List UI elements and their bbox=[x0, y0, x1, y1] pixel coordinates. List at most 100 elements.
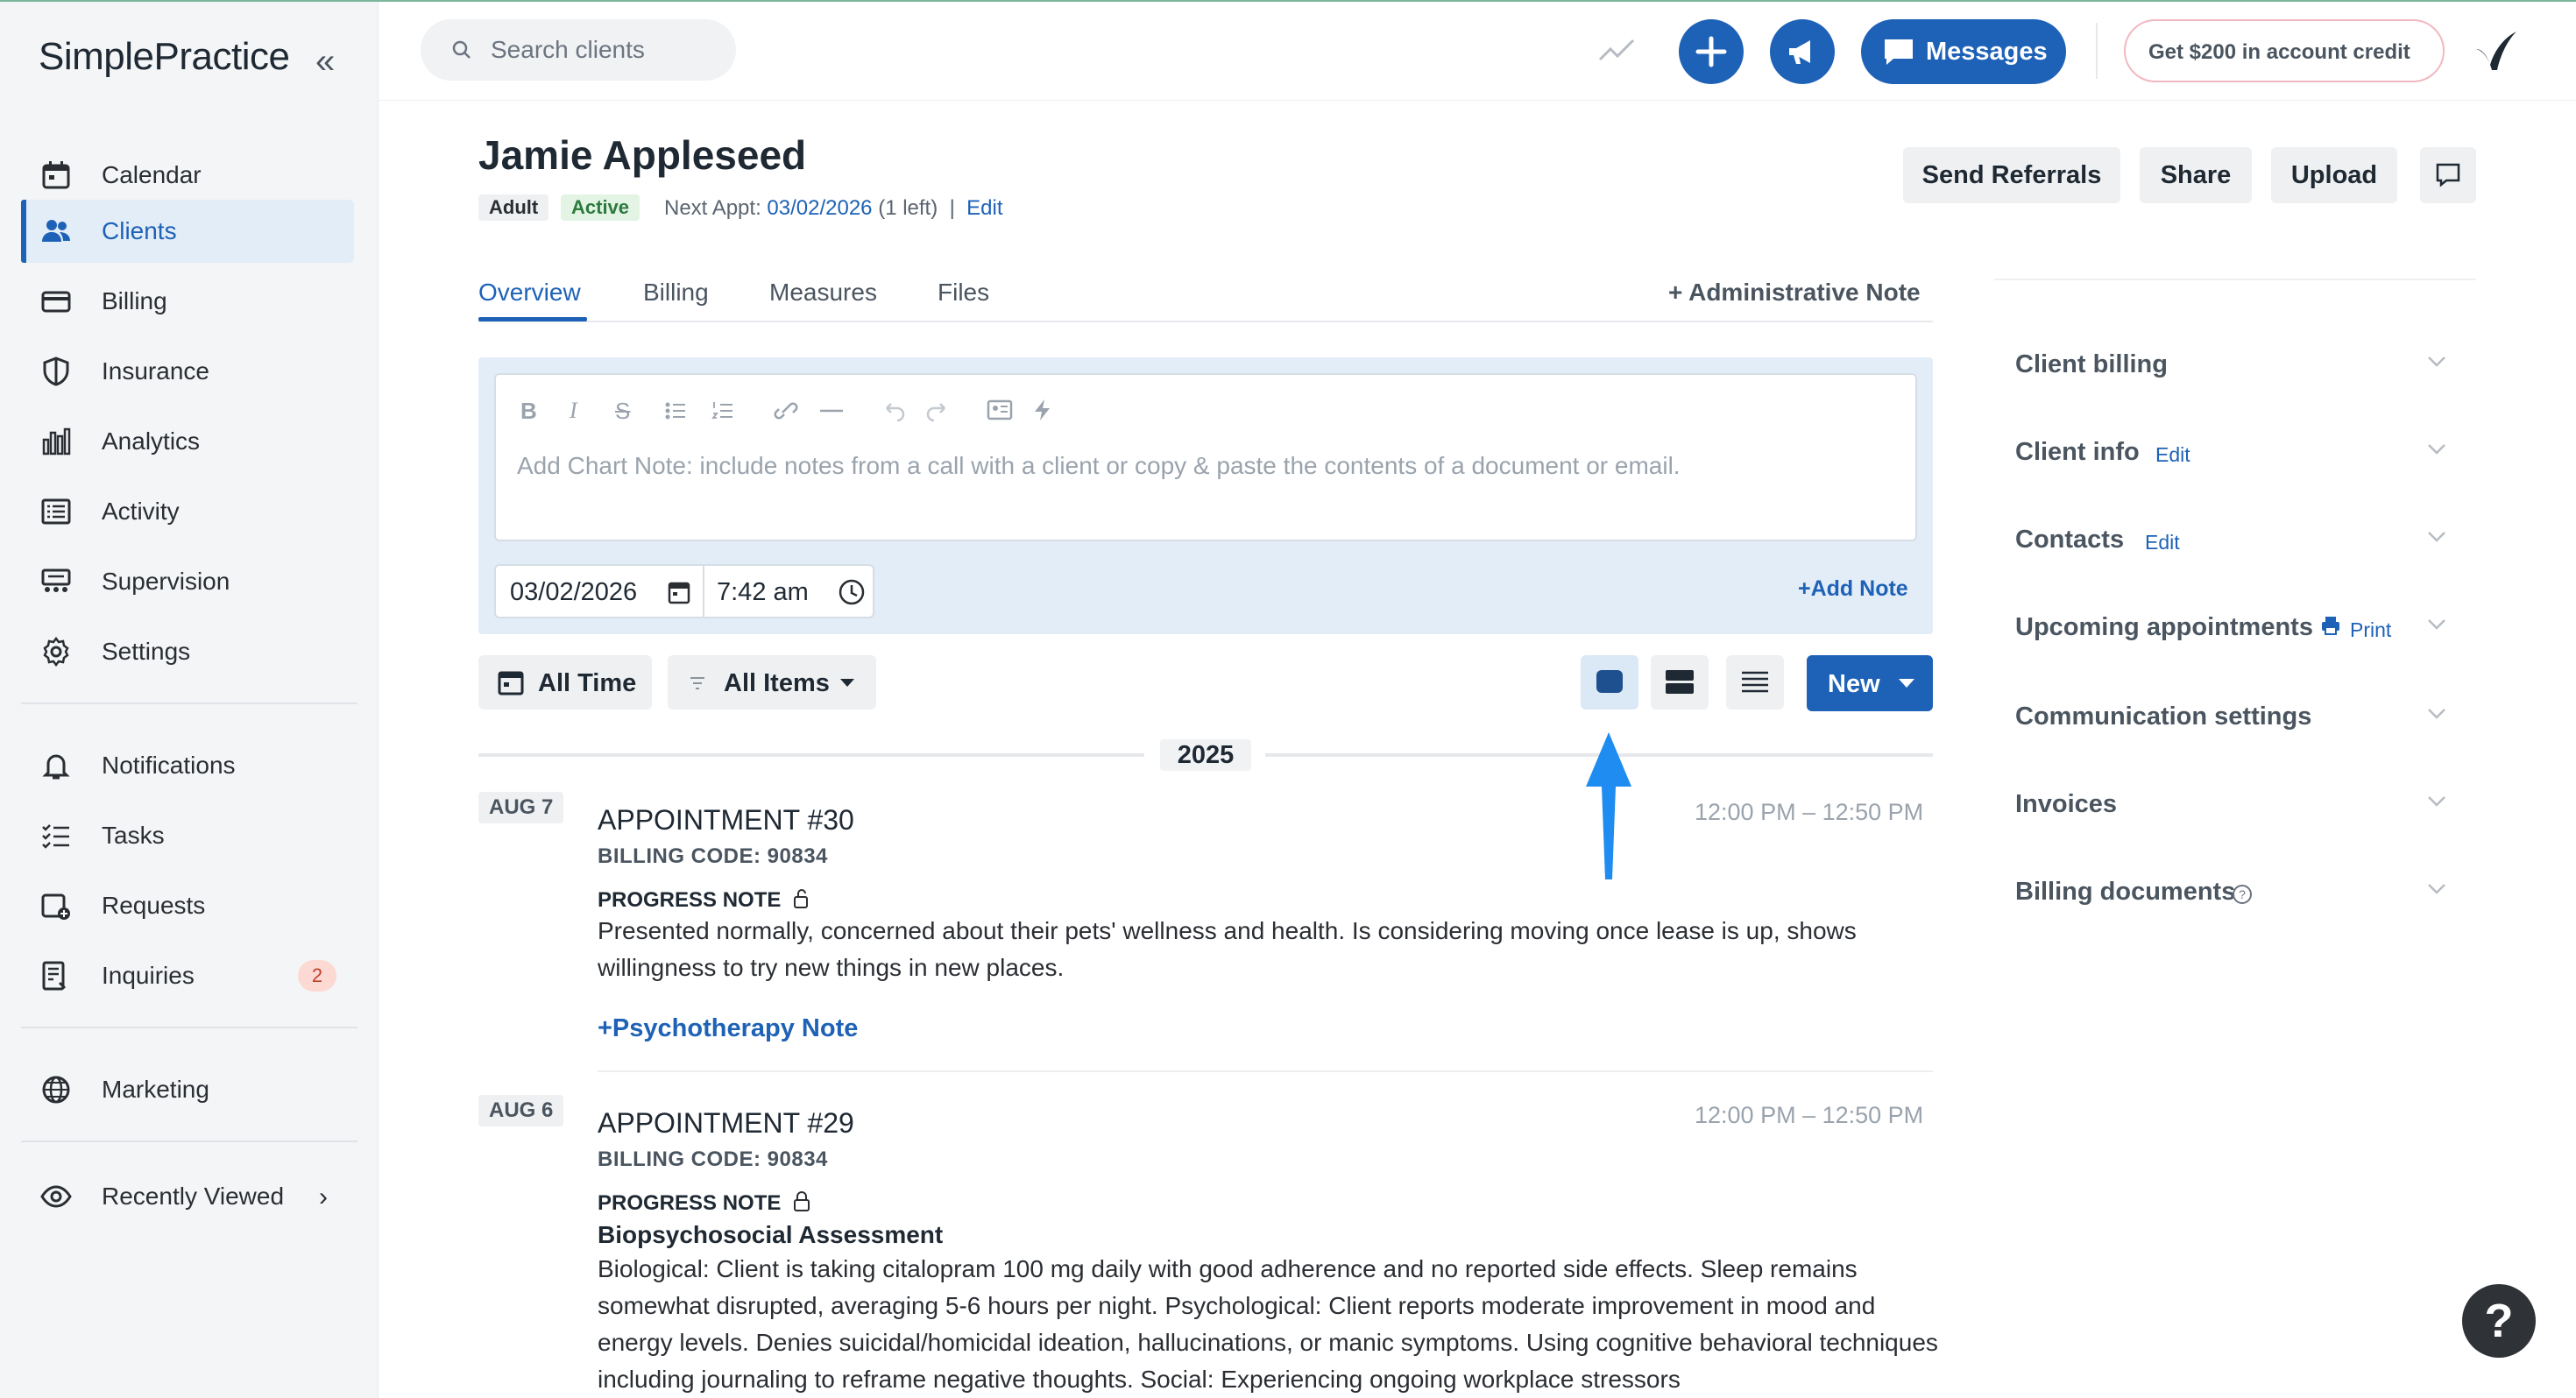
share-button[interactable]: Share bbox=[2140, 147, 2252, 203]
chevron-right-icon: › bbox=[319, 1183, 328, 1211]
next-appt-date-link[interactable]: 03/02/2026 bbox=[767, 196, 872, 220]
search-input[interactable] bbox=[491, 33, 718, 67]
redo-icon[interactable] bbox=[925, 399, 952, 422]
messages-button[interactable]: Messages bbox=[1861, 19, 2066, 84]
logo[interactable]: SimplePractice bbox=[39, 35, 290, 79]
psychotherapy-note-button[interactable]: +Psychotherapy Note bbox=[598, 1014, 858, 1043]
sidebar-item-recently-viewed[interactable]: Recently Viewed › bbox=[21, 1165, 354, 1228]
lightning-icon[interactable] bbox=[1032, 398, 1053, 422]
strikethrough-button[interactable]: S bbox=[615, 398, 630, 425]
sidebar-item-settings[interactable]: Settings bbox=[21, 620, 354, 683]
search-bar[interactable] bbox=[421, 19, 736, 81]
tab-overview[interactable]: Overview bbox=[478, 279, 581, 307]
contacts-edit-link[interactable]: Edit bbox=[2145, 531, 2180, 554]
printer-icon[interactable] bbox=[2320, 615, 2341, 636]
sidebar-item-label: Requests bbox=[102, 892, 206, 919]
requests-icon bbox=[41, 893, 70, 920]
sidebar-item-tasks[interactable]: Tasks bbox=[21, 804, 354, 867]
sidebar-item-billing[interactable]: Billing bbox=[21, 270, 354, 333]
sidebar-item-activity[interactable]: Activity bbox=[21, 480, 354, 543]
help-button[interactable]: ? bbox=[2462, 1284, 2536, 1358]
chevron-down-icon bbox=[2428, 884, 2445, 894]
lock-icon bbox=[794, 1191, 810, 1211]
billing-documents-section[interactable]: Billing documents ? bbox=[2015, 865, 2453, 918]
sidebar-item-notifications[interactable]: Notifications bbox=[21, 734, 354, 797]
contacts-section[interactable]: Contacts Edit bbox=[2015, 513, 2453, 566]
gear-icon bbox=[43, 636, 69, 667]
client-info-section[interactable]: Client info Edit bbox=[2015, 426, 2453, 478]
new-button-label: New bbox=[1828, 670, 1880, 698]
sidebar-item-label: Notifications bbox=[102, 752, 236, 779]
bullet-list-icon[interactable] bbox=[664, 399, 687, 422]
note-date-input[interactable]: 03/02/2026 bbox=[510, 578, 637, 607]
upcoming-appointments-section[interactable]: Upcoming appointments Print bbox=[2015, 601, 2453, 653]
help-circle-icon[interactable]: ? bbox=[2231, 883, 2254, 906]
sidebar-item-clients[interactable]: Clients bbox=[21, 200, 354, 263]
calendar-icon[interactable] bbox=[668, 580, 690, 604]
all-time-filter[interactable]: All Time bbox=[478, 655, 652, 710]
edit-client-link[interactable]: Edit bbox=[966, 196, 1002, 220]
inquiries-icon bbox=[42, 961, 67, 991]
section-label: Contacts bbox=[2015, 526, 2125, 554]
section-label: Upcoming appointments bbox=[2015, 613, 2313, 641]
numbered-list-icon[interactable] bbox=[711, 399, 734, 422]
administrative-note-button[interactable]: + Administrative Note bbox=[1668, 279, 1921, 307]
communication-settings-section[interactable]: Communication settings bbox=[2015, 690, 2453, 743]
trending-icon[interactable] bbox=[1598, 33, 1637, 65]
next-appt-label: Next Appt: bbox=[664, 196, 761, 220]
horizontal-rule-icon[interactable] bbox=[818, 399, 845, 422]
topbar-divider bbox=[2096, 23, 2098, 79]
collapse-sidebar-icon[interactable]: « bbox=[315, 44, 335, 79]
annotation-arrow-icon bbox=[1586, 732, 1631, 879]
client-name: Jamie Appleseed bbox=[478, 132, 807, 178]
italic-button[interactable]: I bbox=[570, 398, 577, 424]
upcoming-appointments-print-link[interactable]: Print bbox=[2350, 618, 2391, 642]
link-icon[interactable] bbox=[773, 399, 799, 422]
client-billing-section[interactable]: Client billing bbox=[2015, 338, 2453, 391]
sidebar-item-label: Analytics bbox=[102, 427, 201, 455]
tab-measures[interactable]: Measures bbox=[769, 279, 877, 307]
send-referrals-button[interactable]: Send Referrals bbox=[1903, 147, 2120, 203]
client-info-edit-link[interactable]: Edit bbox=[2155, 443, 2190, 467]
comment-button[interactable] bbox=[2420, 147, 2476, 203]
chevron-down-icon bbox=[840, 679, 854, 687]
list-view-button[interactable] bbox=[1726, 655, 1784, 710]
sidebar-divider bbox=[21, 1140, 357, 1142]
compact-view-button[interactable] bbox=[1651, 655, 1709, 710]
upload-button[interactable]: Upload bbox=[2271, 147, 2397, 203]
sidebar-item-supervision[interactable]: Supervision bbox=[21, 550, 354, 613]
undo-icon[interactable] bbox=[880, 399, 906, 422]
sidebar-item-requests[interactable]: Requests bbox=[21, 874, 354, 937]
clock-icon[interactable] bbox=[838, 578, 866, 606]
quick-add-button[interactable] bbox=[1679, 19, 1744, 84]
progress-note-label[interactable]: PROGRESS NOTE bbox=[598, 888, 811, 913]
tab-divider bbox=[478, 321, 1933, 322]
announcements-button[interactable] bbox=[1770, 19, 1835, 84]
sidebar-item-inquiries[interactable]: Inquiries 2 bbox=[21, 944, 354, 1007]
account-credit-button[interactable]: Get $200 in account credit bbox=[2124, 19, 2445, 82]
profile-avatar-icon[interactable] bbox=[2469, 23, 2525, 79]
bold-button[interactable]: B bbox=[520, 398, 537, 425]
progress-note-label[interactable]: PROGRESS NOTE bbox=[598, 1191, 811, 1216]
new-button[interactable]: New bbox=[1807, 655, 1933, 711]
invoices-section[interactable]: Invoices bbox=[2015, 778, 2453, 830]
all-items-filter[interactable]: All Items bbox=[668, 655, 876, 710]
image-insert-icon[interactable] bbox=[987, 398, 1013, 422]
section-label: Client info bbox=[2015, 438, 2140, 466]
chart-note-editor[interactable]: B I S Add Chart Note: include notes from… bbox=[494, 373, 1917, 541]
tab-files[interactable]: Files bbox=[938, 279, 989, 307]
appointment-title[interactable]: APPOINTMENT #30 bbox=[598, 804, 854, 837]
sidebar-item-marketing[interactable]: Marketing bbox=[21, 1058, 354, 1121]
tasks-icon bbox=[42, 824, 69, 849]
svg-text:?: ? bbox=[2239, 887, 2246, 901]
note-time-input[interactable]: 7:42 am bbox=[717, 578, 809, 607]
card-view-button[interactable] bbox=[1581, 655, 1638, 710]
supervision-icon bbox=[41, 568, 71, 592]
add-note-button[interactable]: +Add Note bbox=[1798, 576, 1908, 602]
sidebar-item-insurance[interactable]: Insurance bbox=[21, 340, 354, 403]
sidebar-item-label: Settings bbox=[102, 638, 191, 665]
sidebar-item-analytics[interactable]: Analytics bbox=[21, 410, 354, 473]
sidebar-item-calendar[interactable]: Calendar bbox=[21, 144, 354, 207]
appointment-title[interactable]: APPOINTMENT #29 bbox=[598, 1107, 854, 1140]
tab-billing[interactable]: Billing bbox=[643, 279, 709, 307]
